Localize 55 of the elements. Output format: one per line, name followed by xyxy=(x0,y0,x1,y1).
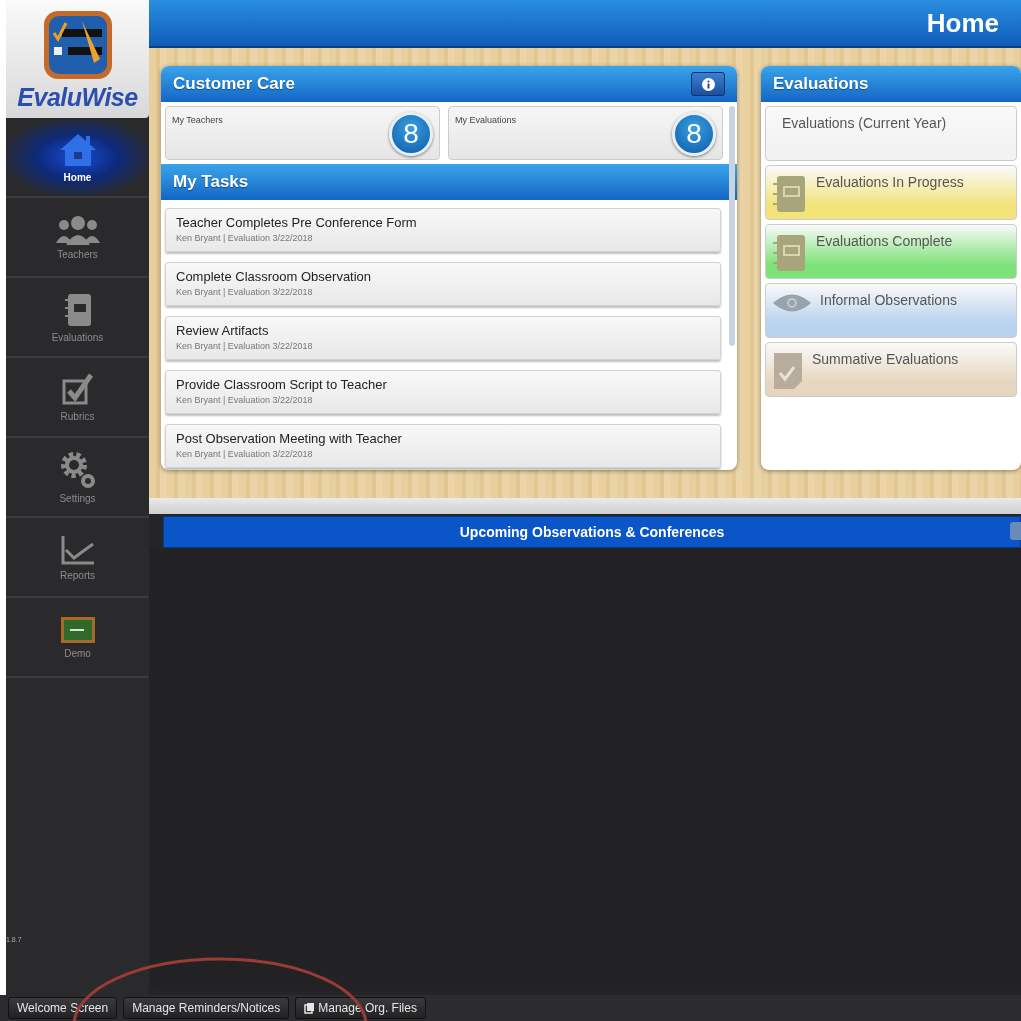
scrollbar[interactable] xyxy=(729,106,735,346)
chalkboard-icon xyxy=(59,615,96,644)
task-item[interactable]: Complete Classroom Observation Ken Bryant | Evaluation 3/22/2018 xyxy=(165,262,721,306)
notebook-icon xyxy=(772,174,808,214)
eye-icon xyxy=(772,292,812,314)
task-item[interactable]: Provide Classroom Script to Teacher Ken Bryant | Evaluation 3/22/2018 xyxy=(165,370,721,414)
evaluation-category[interactable]: Informal Observations xyxy=(765,283,1017,338)
category-label: Summative Evaluations xyxy=(812,351,959,367)
section-title: Upcoming Observations & Conferences xyxy=(459,524,725,540)
gears-icon xyxy=(59,450,96,489)
info-icon xyxy=(701,77,715,91)
task-detail: Ken Bryant | Evaluation 3/22/2018 xyxy=(176,341,314,351)
stat-label: My Evaluations xyxy=(455,115,517,127)
checkbox-icon xyxy=(60,372,95,407)
sidebar-item[interactable]: Home xyxy=(6,118,149,198)
category-label: Evaluations Complete xyxy=(816,233,953,249)
task-item[interactable]: Teacher Completes Pre Conference Form Ken Bryant | Evaluation 3/22/2018 xyxy=(165,208,721,252)
files-icon xyxy=(304,1002,316,1014)
task-detail: Ken Bryant | Evaluation 3/22/2018 xyxy=(176,449,314,459)
task-title: Post Observation Meeting with Teacher xyxy=(176,431,403,446)
task-title: Complete Classroom Observation xyxy=(176,269,373,284)
evaluation-category[interactable]: Summative Evaluations xyxy=(765,342,1017,397)
task-item[interactable]: Post Observation Meeting with Teacher Ken Bryant | Evaluation 3/22/2018 xyxy=(165,424,721,468)
people-icon xyxy=(53,214,102,245)
notebook-icon xyxy=(772,233,808,273)
task-title: Review Artifacts xyxy=(176,323,270,338)
evaluation-category[interactable]: Evaluations In Progress xyxy=(765,165,1017,220)
task-detail: Ken Bryant | Evaluation 3/22/2018 xyxy=(176,233,314,243)
card-title: Evaluations xyxy=(773,74,869,94)
stat-tile[interactable]: My Teachers 8 xyxy=(165,106,440,160)
checked-document-icon xyxy=(772,351,804,391)
task-detail: Ken Bryant | Evaluation 3/22/2018 xyxy=(176,287,314,297)
card-title: Customer Care xyxy=(173,74,295,94)
category-label: Evaluations (Current Year) xyxy=(782,115,947,131)
info-button[interactable] xyxy=(691,72,725,96)
stat-tile[interactable]: My Evaluations 8 xyxy=(448,106,723,160)
count-badge: 8 xyxy=(672,112,716,156)
toolbar-button[interactable]: Manage Org. Files xyxy=(295,997,426,1019)
task-item[interactable]: Review Artifacts Ken Bryant | Evaluation 3/22/2018 xyxy=(165,316,721,360)
page-title: Home xyxy=(926,7,999,39)
count-badge: 8 xyxy=(389,112,433,156)
task-detail: Ken Bryant | Evaluation 3/22/2018 xyxy=(176,395,314,405)
category-label: Informal Observations xyxy=(820,292,957,308)
clipboard-pencil-icon xyxy=(41,9,114,81)
toolbar-button[interactable]: Manage Reminders/Notices xyxy=(123,997,290,1019)
notebook-icon xyxy=(62,291,93,328)
task-title: Provide Classroom Script to Teacher xyxy=(176,377,388,392)
evaluation-category[interactable]: Evaluations Complete xyxy=(765,224,1017,279)
logo-text: EvaluWise xyxy=(17,83,138,112)
task-title: Teacher Completes Pre Conference Form xyxy=(176,215,418,230)
stat-label: My Teachers xyxy=(172,115,223,127)
category-label: Evaluations In Progress xyxy=(816,174,964,190)
evaluation-category[interactable]: Evaluations (Current Year) xyxy=(765,106,1017,161)
line-chart-icon xyxy=(59,533,96,566)
section-title: My Tasks xyxy=(173,172,249,192)
